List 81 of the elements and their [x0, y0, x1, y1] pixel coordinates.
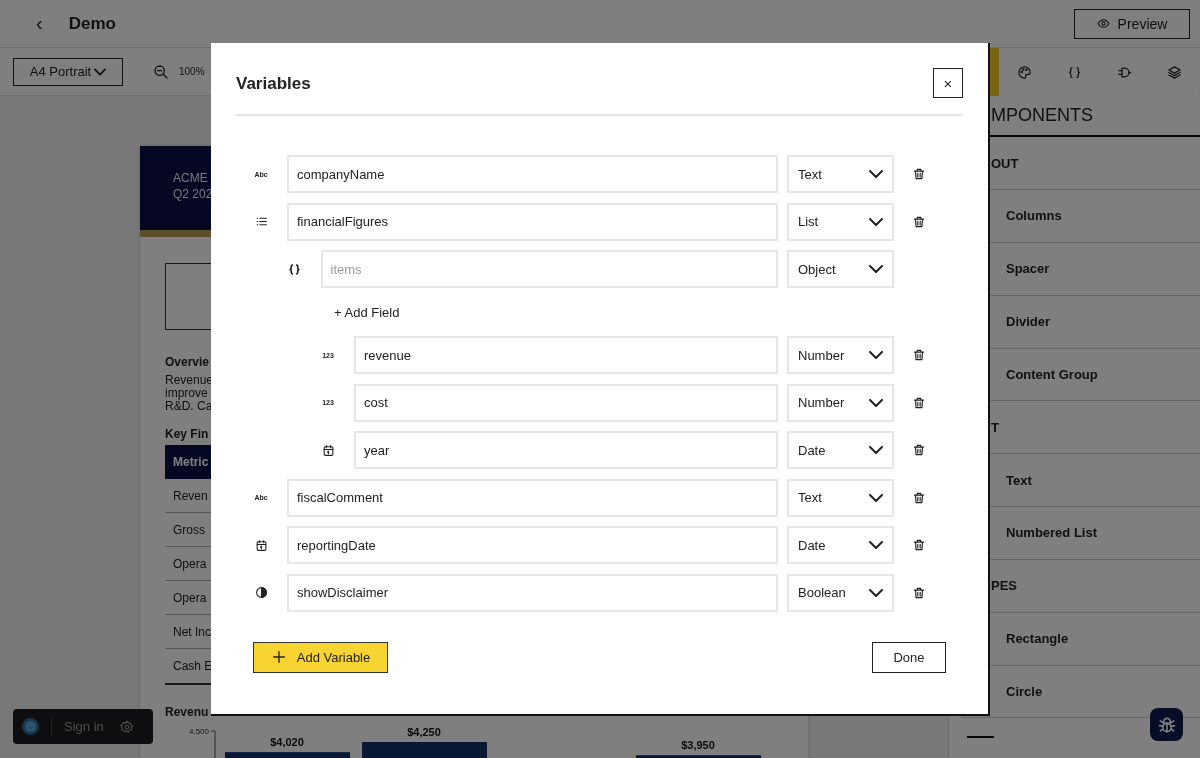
variable-name-field[interactable]: financialFigures — [287, 202, 778, 241]
trash-icon[interactable] — [912, 443, 926, 457]
trash-icon[interactable] — [912, 585, 926, 600]
table-cell: Reven — [173, 488, 208, 503]
type-dropdown[interactable]: List — [787, 202, 894, 241]
variable-name-field[interactable]: companyName — [287, 155, 778, 193]
add-variable-button[interactable]: Add Variable — [253, 641, 388, 673]
dialog-title: Variables — [236, 74, 311, 94]
chevron-down-icon — [869, 398, 883, 407]
chevron-down-icon — [869, 493, 883, 502]
type-dropdown[interactable]: Boolean — [787, 573, 894, 612]
braces-icon — [288, 262, 301, 276]
variable-name-field[interactable]: showDisclaimer — [287, 573, 778, 612]
table-cell: Opera — [173, 590, 207, 605]
axis-tick-label: 4,500 — [188, 727, 209, 736]
type-dropdown[interactable]: Text — [787, 155, 894, 193]
list-icon — [254, 215, 268, 228]
variable-name-field[interactable]: items — [320, 250, 778, 288]
layers-icon — [1166, 64, 1182, 80]
preview-button[interactable]: Preview — [1074, 8, 1190, 39]
bar-value-label: $4,020 — [270, 736, 304, 749]
chevron-down-icon — [869, 265, 883, 273]
document-title: Demo — [68, 13, 116, 34]
zoom-out-button[interactable] — [153, 63, 169, 80]
bar-value-label: $4,250 — [407, 726, 441, 738]
chevron-down-icon — [869, 170, 883, 178]
trash-icon[interactable] — [912, 395, 926, 410]
type-dropdown[interactable]: Date — [787, 526, 894, 564]
table-header-cell: Metric — [173, 455, 209, 469]
table-cell: Gross — [173, 522, 205, 537]
trash-icon[interactable] — [912, 490, 926, 505]
section-heading: Overvie — [165, 355, 210, 369]
section-heading: Key Fin — [165, 427, 209, 441]
chevron-down-icon — [869, 217, 883, 226]
variable-name-field[interactable]: reportingDate — [287, 526, 778, 564]
gate-icon — [1116, 64, 1132, 80]
chevron-down-icon — [94, 67, 107, 76]
variable-name-field[interactable]: fiscalComment — [287, 478, 778, 517]
calendar-icon — [321, 443, 335, 457]
header-text: ACME — [173, 170, 208, 186]
table-cell: Cash E — [173, 659, 213, 673]
trash-icon[interactable] — [912, 348, 926, 362]
chart-title: Revenu — [165, 705, 209, 719]
trash-icon[interactable] — [912, 167, 926, 181]
chevron-down-icon — [869, 588, 883, 597]
contrast-icon — [254, 586, 268, 599]
trash-icon[interactable] — [912, 214, 926, 229]
logo-icon — [22, 718, 39, 735]
zoom-level: 100% — [179, 66, 205, 77]
bug-report-button[interactable] — [1150, 708, 1183, 741]
calendar-icon — [254, 538, 268, 552]
paragraph-text: improve — [165, 387, 208, 400]
done-button[interactable]: Done — [872, 641, 946, 673]
bar-value-label: $3,950 — [681, 739, 715, 752]
close-button[interactable]: × — [933, 68, 963, 98]
variable-name-field[interactable]: revenue — [354, 336, 778, 374]
page-size-dropdown[interactable]: A4 Portrait — [13, 57, 123, 86]
plus-icon — [270, 649, 287, 665]
table-cell: Opera — [173, 556, 207, 571]
variable-name-field[interactable]: cost — [354, 383, 778, 422]
type-dropdown[interactable]: Number — [787, 336, 894, 374]
variable-name-field[interactable]: year — [354, 431, 778, 469]
table-cell: Net Inc — [173, 624, 211, 639]
add-field-link[interactable]: + Add Field — [334, 304, 400, 320]
palette-icon — [1016, 64, 1032, 80]
type-dropdown[interactable]: Object — [787, 250, 894, 288]
paragraph-text: R&D. Ca — [165, 400, 213, 413]
type-dropdown[interactable]: Number — [787, 383, 894, 422]
back-button[interactable]: ‹ — [30, 12, 49, 35]
paragraph-text: Revenue — [165, 374, 214, 387]
chevron-down-icon — [869, 351, 883, 359]
header-text: Q2 202 — [173, 186, 213, 202]
eye-icon — [1096, 17, 1110, 30]
trash-icon[interactable] — [912, 538, 926, 552]
y-axis — [210, 730, 216, 758]
chevron-down-icon — [869, 541, 883, 549]
braces-icon — [1066, 64, 1082, 80]
type-dropdown[interactable]: Text — [787, 478, 894, 517]
chevron-down-icon — [869, 446, 883, 454]
type-dropdown[interactable]: Date — [787, 431, 894, 469]
dash-icon — [967, 736, 994, 739]
